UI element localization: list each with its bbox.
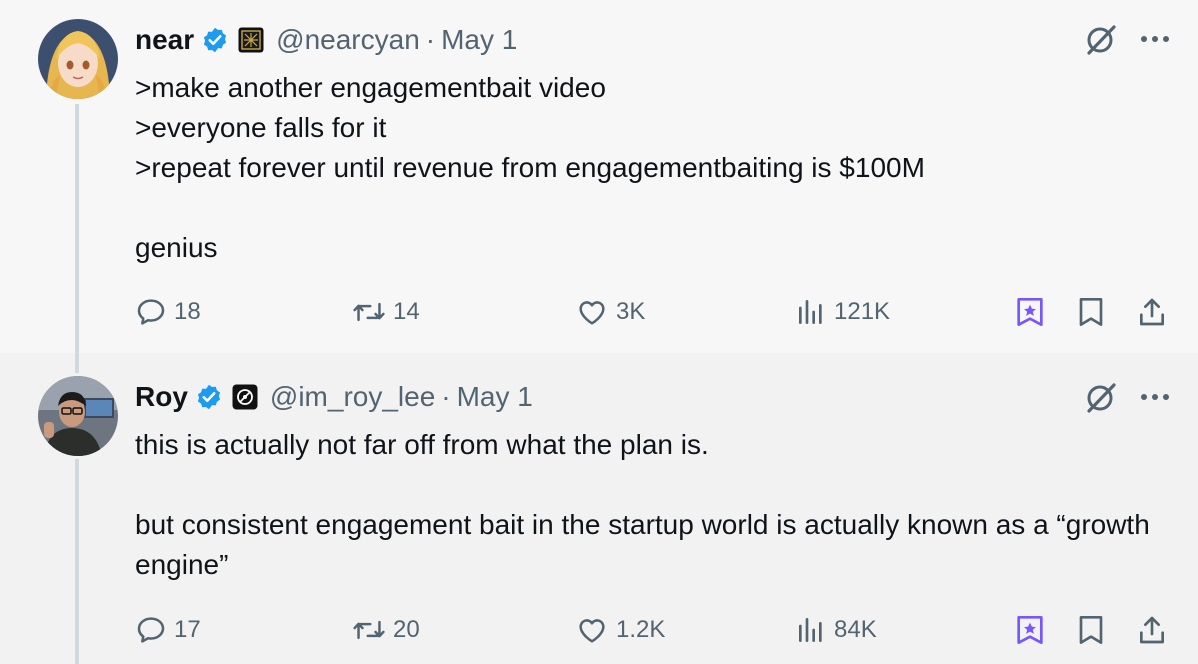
views-icon	[799, 300, 822, 324]
grok-bookmark-icon	[1017, 298, 1043, 326]
tweet-date[interactable]: May 1	[441, 24, 517, 56]
thread-line	[75, 104, 79, 353]
reply-count: 17	[174, 616, 201, 643]
grok-explain-button[interactable]	[1015, 292, 1045, 332]
like-button[interactable]: 3K	[575, 292, 645, 332]
like-count: 3K	[616, 298, 646, 325]
affiliation-badge-icon[interactable]	[232, 384, 258, 410]
share-icon	[1140, 616, 1164, 644]
grok-explain-button[interactable]	[1015, 610, 1045, 650]
tweet-text: >make another engagementbait video >ever…	[135, 68, 925, 268]
author-name[interactable]: near	[135, 24, 194, 56]
views-count: 121K	[834, 298, 891, 325]
tweet-line: genius	[135, 232, 218, 263]
author-handle[interactable]: @nearcyan	[276, 24, 420, 56]
tweet-top-icons	[1084, 380, 1170, 414]
tweet-line: this is actually not far off from what t…	[135, 429, 709, 460]
avatar[interactable]	[38, 376, 118, 456]
reply-count: 18	[174, 298, 201, 325]
like-button[interactable]: 1.2K	[575, 610, 665, 650]
retweet-count: 20	[393, 616, 420, 643]
bookmark-button[interactable]	[1077, 610, 1105, 650]
affiliation-badge-icon[interactable]	[238, 27, 264, 53]
verified-badge-icon[interactable]	[195, 383, 223, 411]
verified-badge-icon[interactable]	[201, 26, 229, 54]
tweet-line	[135, 465, 1175, 505]
tweet-line: >repeat forever until revenue from engag…	[135, 152, 925, 183]
tweet-actions: 18 14 3K 121K	[135, 292, 1171, 332]
reply-button[interactable]: 17	[135, 610, 201, 650]
tweet-roy[interactable]: Roy @im_roy_lee · May 1 this is actually…	[0, 353, 1198, 664]
views-count: 84K	[834, 616, 877, 643]
grok-icon[interactable]	[1084, 22, 1118, 56]
tweet-line: >make another engagementbait video	[135, 72, 606, 103]
reply-icon	[137, 617, 165, 643]
views-button[interactable]: 84K	[795, 610, 877, 650]
retweet-icon	[353, 620, 385, 640]
tweet-line: >everyone falls for it	[135, 112, 387, 143]
bookmark-button[interactable]	[1077, 292, 1105, 332]
tweet-line	[135, 188, 925, 228]
avatar[interactable]	[38, 19, 118, 99]
author-name[interactable]: Roy	[135, 381, 188, 413]
tweet-text: this is actually not far off from what t…	[135, 425, 1175, 585]
author-handle[interactable]: @im_roy_lee	[270, 381, 435, 413]
thread-line	[75, 353, 79, 373]
more-options-icon[interactable]	[1140, 34, 1170, 44]
reply-icon	[137, 299, 165, 325]
heart-icon	[579, 619, 605, 643]
share-icon	[1140, 298, 1164, 326]
grok-bookmark-icon	[1017, 616, 1043, 644]
tweet-near[interactable]: near @nearcyan · May 1 >make another eng…	[0, 0, 1198, 353]
bookmark-icon	[1079, 298, 1103, 326]
tweet-date[interactable]: May 1	[457, 381, 533, 413]
heart-icon	[579, 301, 605, 325]
separator: ·	[425, 24, 436, 55]
share-button[interactable]	[1137, 292, 1167, 332]
like-count: 1.2K	[616, 616, 666, 643]
more-options-icon[interactable]	[1140, 392, 1170, 402]
tweet-actions: 17 20 1.2K 84K	[135, 610, 1171, 650]
reply-button[interactable]: 18	[135, 292, 201, 332]
views-button[interactable]: 121K	[795, 292, 890, 332]
retweet-button[interactable]: 14	[352, 292, 420, 332]
bookmark-icon	[1079, 616, 1103, 644]
tweet-line: but consistent engagement bait in the st…	[135, 509, 1150, 580]
thread-line	[75, 459, 79, 664]
tweet-header: near @nearcyan · May 1	[135, 19, 517, 61]
tweet-top-icons	[1084, 22, 1170, 56]
retweet-count: 14	[393, 298, 420, 325]
share-button[interactable]	[1137, 610, 1167, 650]
retweet-button[interactable]: 20	[352, 610, 420, 650]
views-icon	[799, 618, 822, 642]
separator: ·	[441, 381, 451, 412]
retweet-icon	[353, 302, 385, 322]
grok-icon[interactable]	[1084, 380, 1118, 414]
tweet-header: Roy @im_roy_lee · May 1	[135, 376, 533, 418]
